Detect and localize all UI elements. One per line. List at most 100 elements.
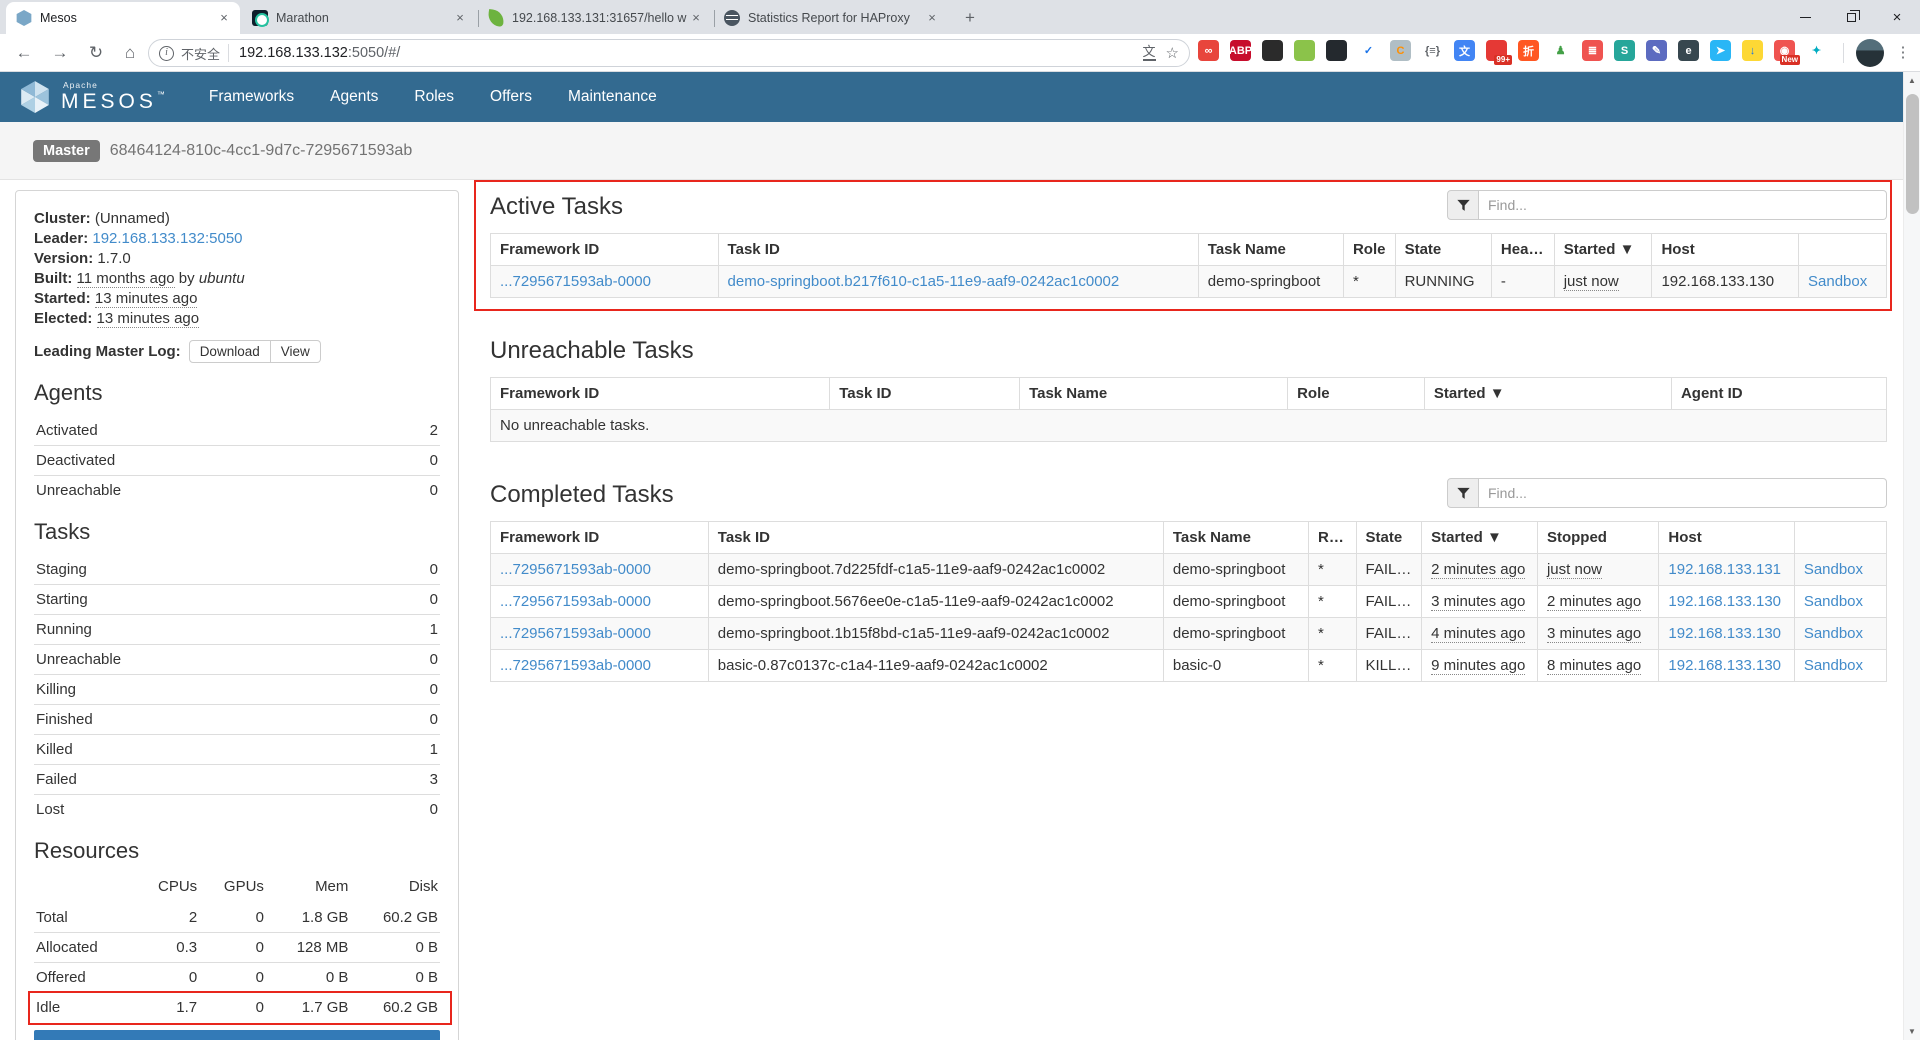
address-bar[interactable]: i 不安全 192.168.133.132:5050/#/ 文 ☆ [148, 39, 1190, 67]
page-scrollbar[interactable]: ▲ ▼ [1903, 72, 1920, 1040]
framework_id-link[interactable]: ...7295671593ab-0000 [500, 657, 651, 674]
close-button[interactable]: × [1874, 0, 1920, 34]
column-header[interactable]: Task Name [1198, 234, 1343, 266]
task_id-link[interactable]: demo-springboot.b217f610-c1a5-11e9-aaf9-… [728, 273, 1120, 290]
column-header[interactable]: Role [1343, 234, 1395, 266]
host-link[interactable]: 192.168.133.131 [1668, 561, 1781, 578]
tab-marathon[interactable]: Marathon × [242, 2, 476, 34]
nav-item-agents[interactable]: Agents [312, 72, 396, 122]
check-circle-extension-icon[interactable]: ✓ [1358, 40, 1379, 61]
nav-item-offers[interactable]: Offers [472, 72, 550, 122]
bookmark-star-icon[interactable]: ☆ [1166, 44, 1179, 62]
column-header[interactable]: Started ▼ [1422, 522, 1538, 554]
adblock-plus-extension-icon[interactable]: ABP [1230, 40, 1251, 61]
column-header[interactable]: Health [1491, 234, 1554, 266]
column-header[interactable]: State [1356, 522, 1422, 554]
filter-button[interactable] [1447, 478, 1479, 508]
translate-extension-icon[interactable]: 文 [1454, 40, 1475, 61]
column-header[interactable]: Framework ID [491, 234, 719, 266]
green-sphere-extension-icon[interactable] [1294, 40, 1315, 61]
sandbox-link[interactable]: Sandbox [1804, 657, 1863, 674]
braces-extension-icon[interactable]: {≡} [1422, 40, 1443, 61]
framework_id-link[interactable]: ...7295671593ab-0000 [500, 273, 651, 290]
close-icon[interactable]: × [924, 10, 940, 26]
column-header[interactable]: Role [1309, 522, 1356, 554]
column-header[interactable]: State [1395, 234, 1491, 266]
download-extension-icon[interactable]: ↓ [1742, 40, 1763, 61]
column-header[interactable]: Task Name [1163, 522, 1308, 554]
camera-extension-icon[interactable]: ◉New [1774, 40, 1795, 61]
framework_id-link[interactable]: ...7295671593ab-0000 [500, 561, 651, 578]
leader-link[interactable]: 192.168.133.132:5050 [92, 230, 242, 247]
column-header[interactable]: Framework ID [491, 522, 709, 554]
nav-item-roles[interactable]: Roles [396, 72, 472, 122]
infinity-extension-icon[interactable]: ∞ [1198, 40, 1219, 61]
column-header[interactable] [1794, 522, 1886, 554]
completed-find-input[interactable] [1479, 478, 1887, 508]
framework_id-link[interactable]: ...7295671593ab-0000 [500, 625, 651, 642]
column-header[interactable]: Framework ID [491, 378, 830, 410]
info-icon[interactable]: i [159, 46, 174, 61]
column-header[interactable]: Started ▼ [1554, 234, 1652, 266]
sandbox-link[interactable]: Sandbox [1808, 273, 1867, 290]
filter-button[interactable] [1447, 190, 1479, 220]
download-log-button[interactable]: Download [189, 340, 271, 363]
column-header[interactable]: Task ID [718, 234, 1198, 266]
column-header[interactable]: Role [1288, 378, 1425, 410]
tab-mesos[interactable]: Mesos × [6, 2, 240, 34]
nav-item-maintenance[interactable]: Maintenance [550, 72, 675, 122]
s-extension-icon[interactable]: S [1614, 40, 1635, 61]
sandbox-link[interactable]: Sandbox [1804, 593, 1863, 610]
github-extension-icon[interactable] [1326, 40, 1347, 61]
tab-hello[interactable]: 192.168.133.131:31657/hello w × [478, 2, 712, 34]
web-extension-icon[interactable]: ✦ [1806, 40, 1827, 61]
column-header[interactable]: Host [1659, 522, 1794, 554]
column-header[interactable]: Task ID [708, 522, 1163, 554]
view-log-button[interactable]: View [271, 340, 321, 363]
person-extension-icon[interactable]: ♟ [1550, 40, 1571, 61]
browser-menu-icon[interactable]: ⋮ [1894, 41, 1912, 65]
comic-extension-icon[interactable]: 99+ [1486, 40, 1507, 61]
profile-avatar[interactable] [1856, 39, 1884, 67]
column-header[interactable]: Stopped [1537, 522, 1658, 554]
close-icon[interactable]: × [452, 10, 468, 26]
minimize-button[interactable] [1782, 0, 1828, 34]
zhe-extension-icon[interactable]: 折 [1518, 40, 1539, 61]
active-find-input[interactable] [1479, 190, 1887, 220]
column-header[interactable]: Agent ID [1671, 378, 1886, 410]
column-header[interactable]: Started ▼ [1424, 378, 1671, 410]
e-extension-icon[interactable]: e [1678, 40, 1699, 61]
sandbox-link[interactable]: Sandbox [1804, 625, 1863, 642]
back-button[interactable]: ← [12, 41, 36, 65]
reload-button[interactable]: ↻ [84, 41, 108, 65]
cat-extension-icon[interactable] [1262, 40, 1283, 61]
home-button[interactable]: ⌂ [118, 41, 142, 65]
c-extension-icon[interactable]: C [1390, 40, 1411, 61]
column-header[interactable]: Task Name [1020, 378, 1288, 410]
scrollbar-thumb[interactable] [1906, 94, 1919, 214]
host-link[interactable]: 192.168.133.130 [1668, 593, 1781, 610]
translate-icon[interactable]: 文 [1143, 45, 1156, 61]
scroll-up-icon[interactable]: ▲ [1904, 72, 1920, 89]
column-header[interactable] [1799, 234, 1887, 266]
list-extension-icon[interactable]: ≣ [1582, 40, 1603, 61]
column-header[interactable]: Task ID [830, 378, 1020, 410]
close-icon[interactable]: × [688, 10, 704, 26]
host-link[interactable]: 192.168.133.130 [1668, 657, 1781, 674]
close-icon[interactable]: × [216, 10, 232, 26]
security-label[interactable]: 不安全 [181, 44, 220, 63]
restore-button[interactable] [1828, 0, 1874, 34]
column-header[interactable]: Host [1652, 234, 1799, 266]
nav-item-frameworks[interactable]: Frameworks [191, 72, 312, 122]
sandbox-link[interactable]: Sandbox [1804, 561, 1863, 578]
url-text[interactable]: 192.168.133.132:5050/#/ [239, 45, 1133, 61]
framework_id-link[interactable]: ...7295671593ab-0000 [500, 593, 651, 610]
notes-extension-icon[interactable]: ✎ [1646, 40, 1667, 61]
new-tab-button[interactable]: + [958, 6, 982, 30]
tab-haproxy[interactable]: Statistics Report for HAProxy × [714, 2, 948, 34]
host-link[interactable]: 192.168.133.130 [1668, 625, 1781, 642]
share-extension-icon[interactable]: ➤ [1710, 40, 1731, 61]
forward-button[interactable]: → [48, 41, 72, 65]
scroll-down-icon[interactable]: ▼ [1904, 1023, 1920, 1040]
mesos-brand[interactable]: Apache MESOS™ [18, 80, 165, 114]
